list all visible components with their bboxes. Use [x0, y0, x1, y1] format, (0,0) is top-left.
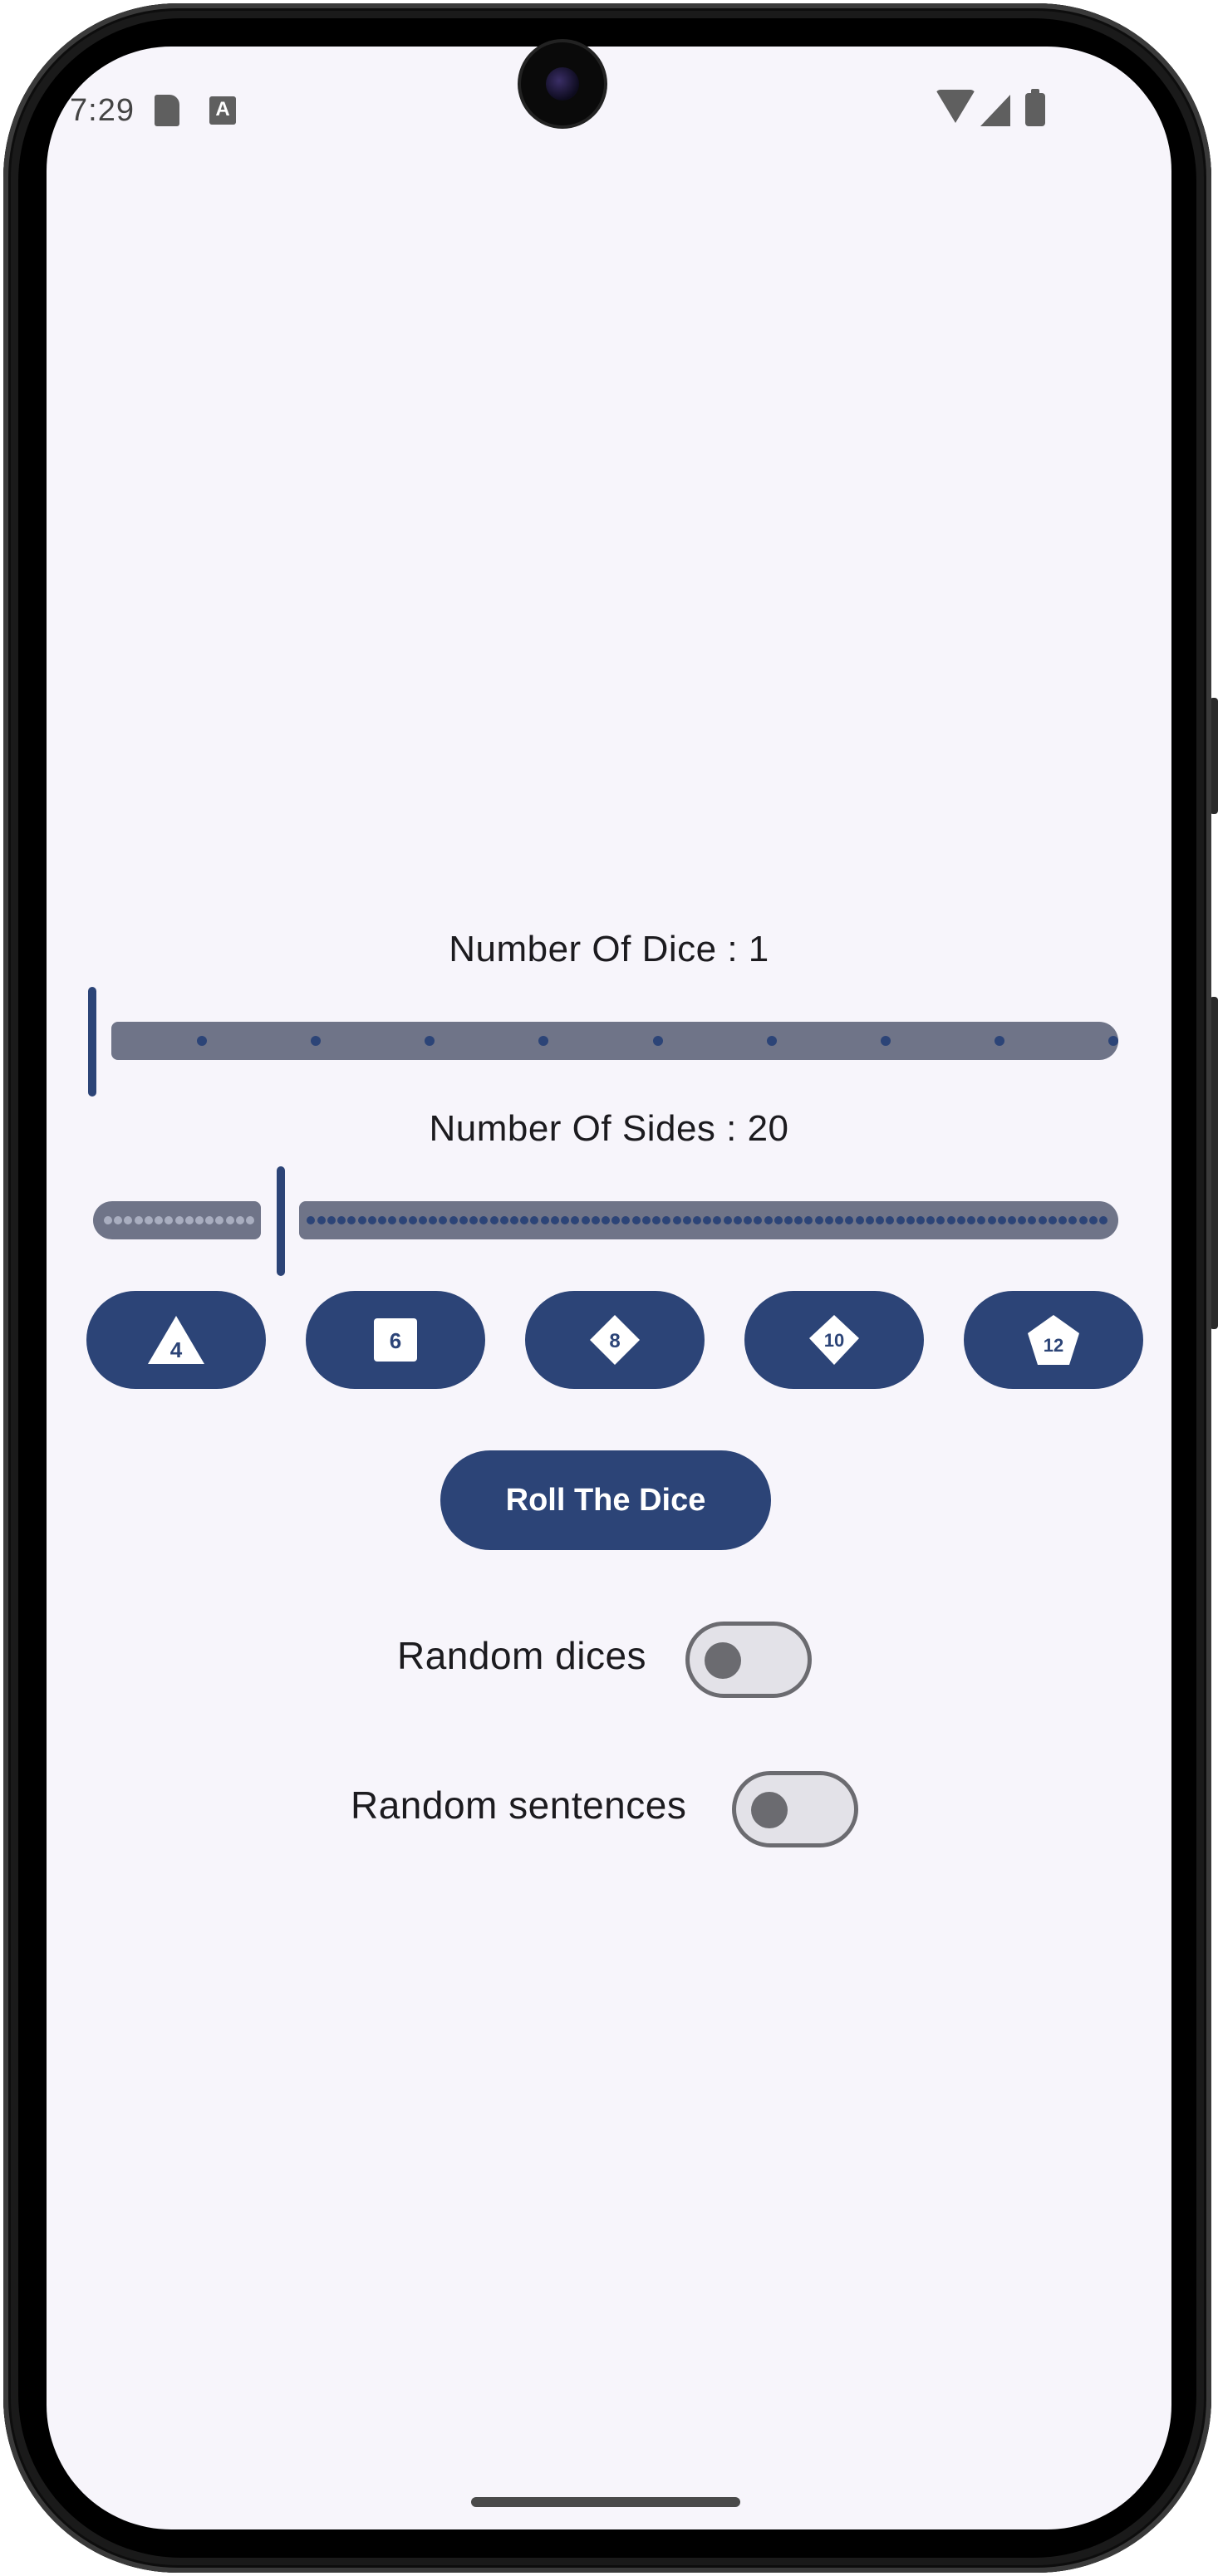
d8-button[interactable]: 8 [525, 1291, 705, 1389]
sides-slider-tick [672, 1216, 681, 1224]
sides-slider-tick [357, 1216, 366, 1224]
front-camera [521, 42, 604, 125]
sides-slider-tick [327, 1216, 336, 1224]
camera-lens [546, 67, 579, 101]
d4-button[interactable]: 4 [86, 1291, 266, 1389]
sides-slider-tick [824, 1216, 833, 1224]
dice-count-label: Number Of Dice : 1 [449, 929, 769, 969]
app-screen [47, 47, 1171, 2529]
sides-slider-tick [946, 1216, 955, 1224]
square-die-icon: 6 [374, 1318, 417, 1362]
sides-slider-tick [398, 1216, 407, 1224]
sides-slider-tick [489, 1216, 498, 1224]
random-dices-switch-thumb [705, 1642, 741, 1679]
sides-slider-tick [225, 1216, 234, 1224]
status-time: 7:29 [70, 93, 135, 128]
sides-slider-tick [906, 1216, 915, 1224]
sides-slider-tick [896, 1216, 905, 1224]
triangle-die-icon: 4 [148, 1316, 204, 1364]
sides-count-label: Number Of Sides : 20 [429, 1108, 789, 1149]
sides-slider-handle[interactable] [277, 1166, 285, 1276]
sides-slider-tick [641, 1216, 651, 1224]
sides-slider-tick [499, 1216, 508, 1224]
sides-slider-tick [1099, 1216, 1107, 1224]
d8-label: 8 [609, 1330, 620, 1352]
dice-slider-tick [652, 1036, 663, 1046]
a-text-icon: A [209, 96, 236, 125]
sides-slider-tick [916, 1216, 925, 1224]
sides-slider-tick [784, 1216, 793, 1224]
dice-slider-tick [197, 1036, 208, 1046]
roll-dice-button[interactable]: Roll The Dice [440, 1450, 771, 1550]
sides-slider-tick [1007, 1216, 1016, 1224]
sides-slider-tick [134, 1216, 143, 1224]
sides-slider-tick [997, 1216, 1006, 1224]
sides-slider-tick [631, 1216, 641, 1224]
sd-card-icon [155, 95, 179, 126]
dice-slider-tick [880, 1036, 891, 1046]
sides-slider-tick [1088, 1216, 1098, 1224]
sides-slider-tick [682, 1216, 691, 1224]
sides-slider-tick [408, 1216, 417, 1224]
wifi-icon [936, 90, 975, 123]
d6-label: 6 [390, 1328, 401, 1353]
dice-slider-tick [994, 1036, 1004, 1046]
sides-slider-tick [195, 1216, 204, 1224]
sides-slider-tick [723, 1216, 732, 1224]
sides-slider-tick [733, 1216, 742, 1224]
signal-icon [980, 95, 1010, 126]
sides-slider-tick [956, 1216, 965, 1224]
sides-slider-tick [550, 1216, 559, 1224]
sides-slider-tick [317, 1216, 326, 1224]
random-sentences-switch-thumb [751, 1792, 788, 1828]
dice-slider-handle[interactable] [88, 987, 96, 1097]
sides-slider-tick [855, 1216, 864, 1224]
dice-slider-tick [1108, 1036, 1118, 1046]
sides-slider-tick [540, 1216, 549, 1224]
sides-slider-tick [367, 1216, 376, 1224]
sides-slider-tick [876, 1216, 885, 1224]
diamond-die-icon: 8 [590, 1315, 640, 1365]
d10-button[interactable]: 10 [744, 1291, 924, 1389]
d12-label: 12 [1044, 1335, 1063, 1356]
sides-slider-tick [774, 1216, 783, 1224]
sides-slider-tick [693, 1216, 702, 1224]
dice-slider-tick [766, 1036, 777, 1046]
home-indicator[interactable] [471, 2497, 740, 2507]
sides-slider-tick [378, 1216, 387, 1224]
sides-slider-tick [459, 1216, 468, 1224]
sides-slider-tick [235, 1216, 244, 1224]
sides-slider-tick [1038, 1216, 1047, 1224]
sides-slider-tick [449, 1216, 458, 1224]
d10-label: 10 [824, 1330, 844, 1351]
kite-die-icon: 10 [809, 1315, 859, 1365]
sides-slider-tick [581, 1216, 590, 1224]
d4-label: 4 [170, 1337, 183, 1362]
sides-slider-tick [418, 1216, 427, 1224]
sides-slider-tick [144, 1216, 153, 1224]
pentagon-die-icon: 12 [1028, 1315, 1079, 1365]
sides-slider-tick [1078, 1216, 1088, 1224]
phone-device: 7:29 A Number Of Dice : 1 Number Of Side… [0, 0, 1218, 2576]
sides-slider-tick [591, 1216, 600, 1224]
random-sentences-label: Random sentences [351, 1784, 687, 1827]
d12-button[interactable]: 12 [964, 1291, 1143, 1389]
d6-button[interactable]: 6 [306, 1291, 485, 1389]
sides-slider-tick [865, 1216, 874, 1224]
sides-slider-tick [814, 1216, 823, 1224]
sides-slider-tick [764, 1216, 773, 1224]
dice-slider-track[interactable] [111, 1022, 1118, 1060]
random-sentences-switch[interactable] [732, 1771, 858, 1847]
sides-slider-tick [509, 1216, 518, 1224]
sides-slider-tick [1048, 1216, 1057, 1224]
battery-icon [1025, 89, 1045, 126]
random-dices-switch[interactable] [685, 1622, 812, 1698]
random-dices-label: Random dices [397, 1634, 647, 1677]
sides-slider-tick [987, 1216, 996, 1224]
sides-slider-tick [174, 1216, 184, 1224]
sides-slider-tick [602, 1216, 610, 1224]
sides-slider-tick [184, 1216, 194, 1224]
sides-slider-tick [104, 1216, 112, 1224]
